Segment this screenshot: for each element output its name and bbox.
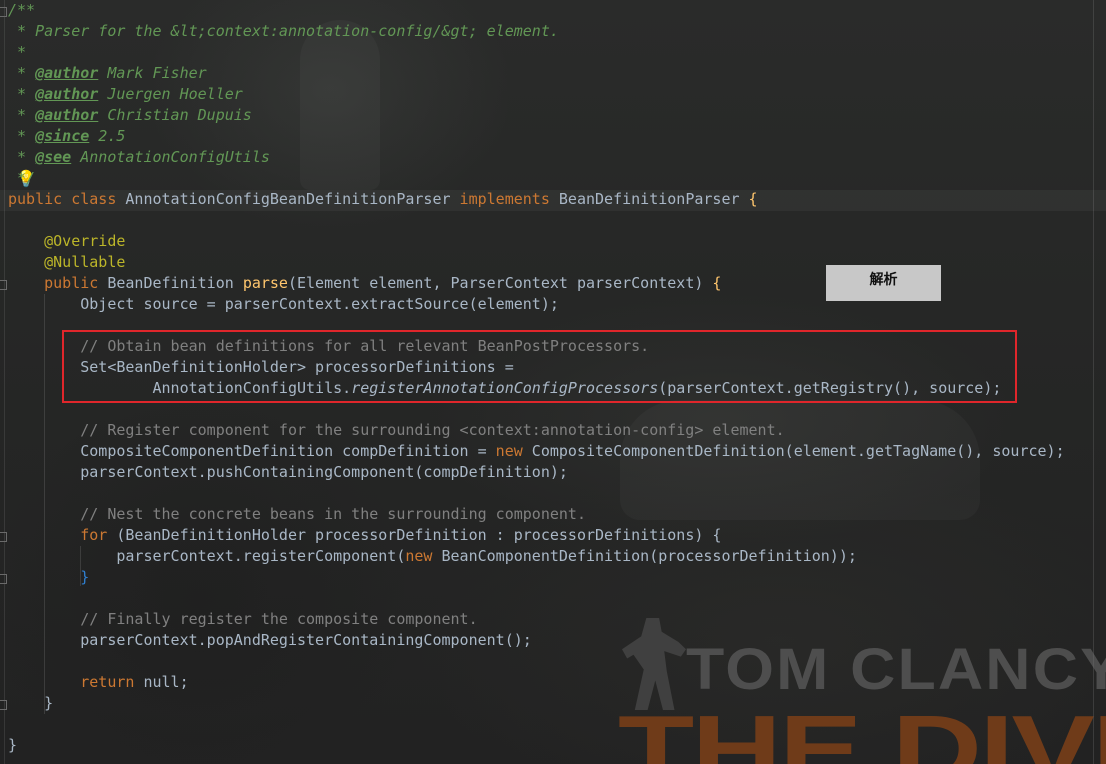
- code-line: * @author Mark Fisher: [8, 64, 207, 82]
- code-line: }: [44, 694, 54, 712]
- code-line: CompositeComponentDefinition compDefinit…: [80, 442, 1065, 460]
- code-line: parserContext.registerComponent(new Bean…: [116, 547, 857, 565]
- fold-marker-icon[interactable]: [0, 700, 7, 710]
- code-line: * Parser for the &lt;context:annotation-…: [8, 22, 559, 40]
- code-line: }: [80, 568, 90, 586]
- code-line: * @since 2.5: [8, 127, 126, 145]
- fold-marker-icon[interactable]: [0, 7, 7, 17]
- editor-right-margin: [1093, 0, 1094, 764]
- code-line: for (BeanDefinitionHolder processorDefin…: [80, 526, 722, 544]
- highlight-annotation-box: [62, 330, 1017, 403]
- code-line: * @see AnnotationConfigUtils: [8, 148, 270, 166]
- annotation-label-button[interactable]: 解析: [826, 265, 941, 301]
- code-line: * @author Christian Dupuis: [8, 106, 252, 124]
- fold-marker-icon[interactable]: [0, 532, 7, 542]
- code-line: // Register component for the surroundin…: [80, 421, 785, 439]
- code-line: parserContext.popAndRegisterContainingCo…: [80, 631, 532, 649]
- code-line: }: [8, 736, 18, 754]
- code-line: // Nest the concrete beans in the surrou…: [80, 505, 586, 523]
- code-line: /**: [8, 1, 36, 19]
- fold-marker-icon[interactable]: [0, 574, 7, 584]
- fold-marker-icon[interactable]: [0, 280, 7, 290]
- code-line: return null;: [80, 673, 189, 691]
- code-line: // Finally register the composite compon…: [80, 610, 478, 628]
- code-line: * @author Juergen Hoeller: [8, 85, 243, 103]
- code-line: @Override: [44, 232, 126, 250]
- editor-gutter: [4, 0, 5, 764]
- code-line: *: [8, 43, 27, 61]
- code-line: */: [8, 169, 36, 187]
- code-line: public class AnnotationConfigBeanDefinit…: [8, 190, 758, 208]
- code-line: parserContext.pushContainingComponent(co…: [80, 463, 568, 481]
